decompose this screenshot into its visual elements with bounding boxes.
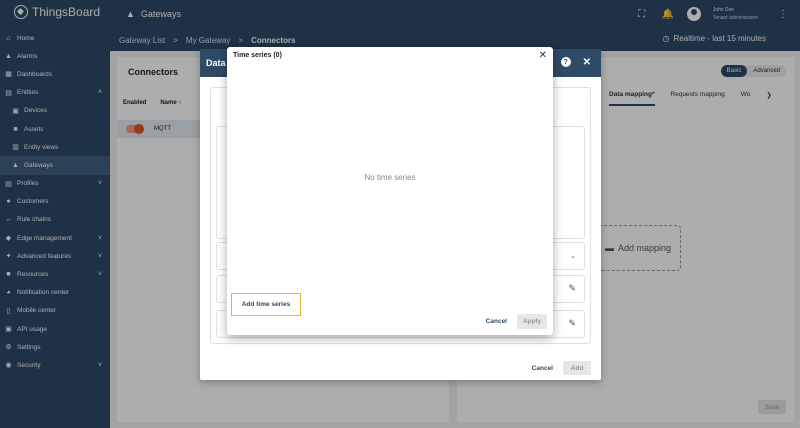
edit-timeseries-icon[interactable]: ✎ (568, 318, 576, 329)
dialog-footer: Cancel Add (532, 361, 591, 375)
time-series-dialog: Time series (0) ✕ No time series Add tim… (227, 47, 553, 335)
apply-button[interactable]: Apply (517, 314, 547, 329)
chevron-down-icon[interactable]: ⌄ (570, 252, 576, 260)
add-time-series-button[interactable]: Add time series (231, 293, 301, 316)
close-icon[interactable]: ✕ (583, 57, 591, 68)
dialog-title: Data (206, 58, 226, 68)
add-button[interactable]: Add (563, 361, 591, 375)
empty-state-text: No time series (364, 173, 416, 182)
cancel-button[interactable]: Cancel (532, 365, 553, 372)
dialog-footer: Cancel Apply (486, 314, 547, 329)
close-icon[interactable]: ✕ (539, 50, 547, 61)
cancel-button[interactable]: Cancel (486, 318, 507, 325)
help-icon[interactable]: ? (560, 57, 571, 67)
dialog-title: Time series (0) (233, 52, 282, 59)
edit-attributes-icon[interactable]: ✎ (568, 283, 576, 294)
